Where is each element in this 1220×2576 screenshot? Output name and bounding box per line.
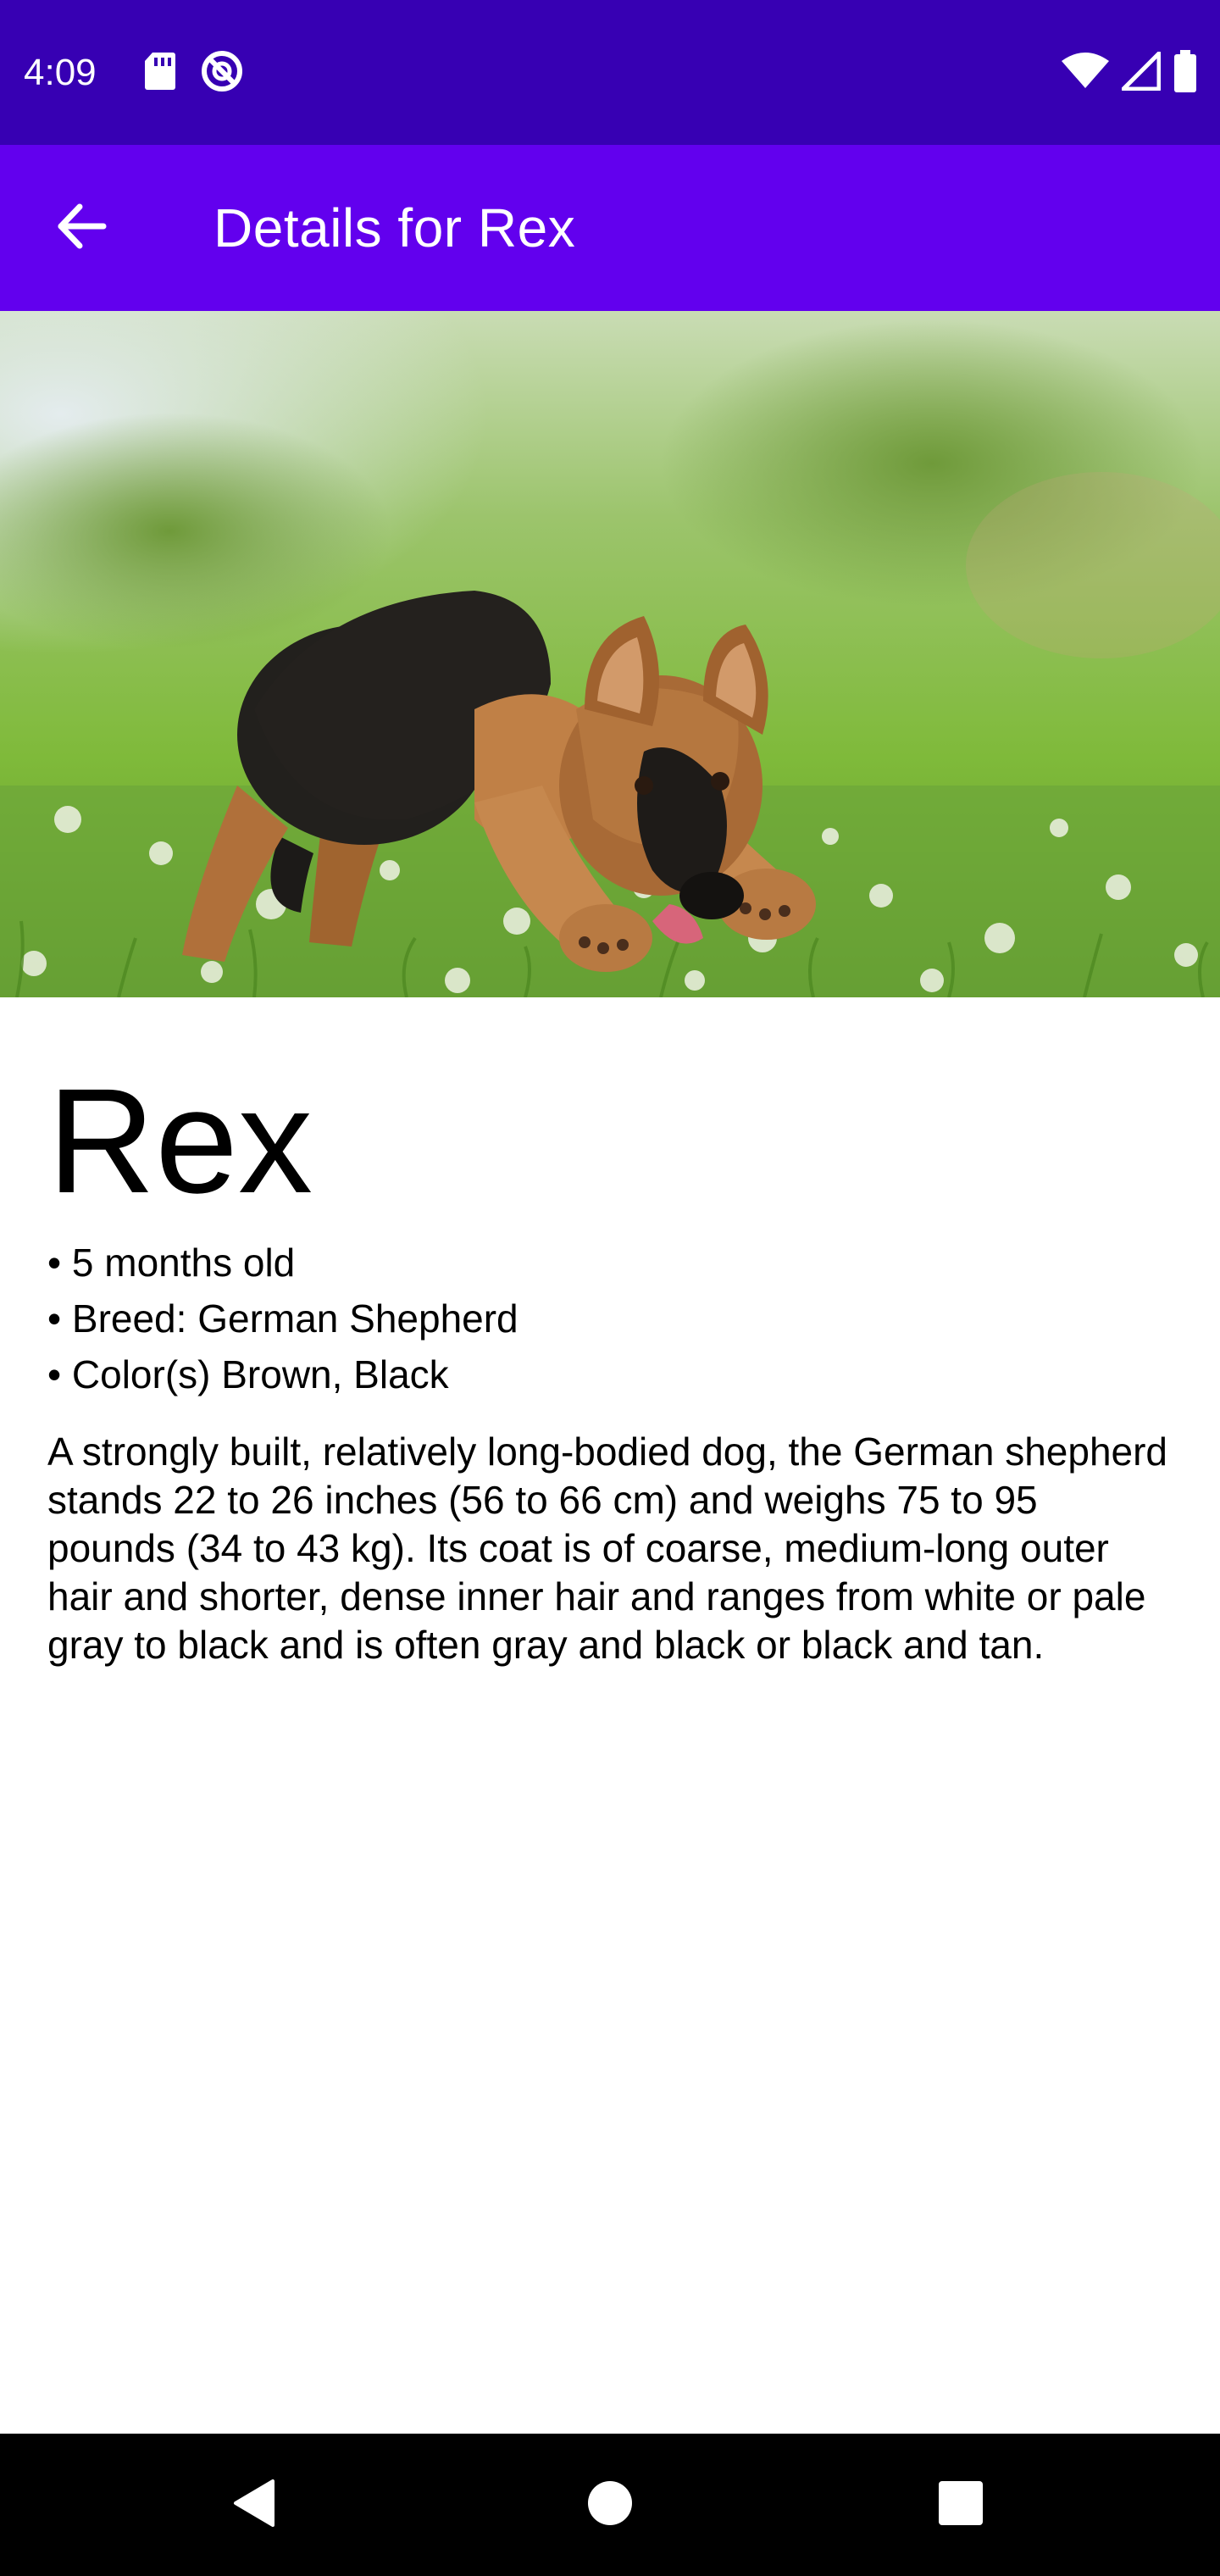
- top-app-bar: Details for Rex: [0, 145, 1220, 311]
- pet-details-screen: 4:09 Details for Rex Rex • 5 months old …: [0, 0, 1220, 2576]
- do-not-disturb-icon: [200, 49, 244, 97]
- recents-square-icon: [937, 2479, 984, 2531]
- status-time: 4:09: [24, 52, 97, 93]
- pet-description: A strongly built, relatively long-bodied…: [47, 1430, 1168, 1667]
- status-right-icons: [1061, 49, 1198, 97]
- arrow-back-icon: [54, 199, 108, 258]
- nav-back-button[interactable]: [220, 2471, 288, 2539]
- wifi-icon: [1061, 52, 1110, 94]
- status-bar: 4:09: [0, 0, 1220, 145]
- signal-icon: [1121, 51, 1162, 95]
- back-button[interactable]: [34, 180, 129, 275]
- back-triangle-icon: [230, 2478, 278, 2533]
- sd-card-icon: [142, 51, 176, 96]
- nav-recents-button[interactable]: [927, 2471, 995, 2539]
- pet-photo: [0, 311, 1220, 997]
- fact-colors: Color(s) Brown, Black: [47, 1346, 1174, 1402]
- system-nav-bar: [0, 2434, 1220, 2576]
- pet-facts-list: 5 months old Breed: German Shepherd Colo…: [47, 1235, 1174, 1402]
- fact-breed: Breed: German Shepherd: [47, 1291, 1174, 1346]
- nav-home-button[interactable]: [576, 2471, 644, 2539]
- fact-age: 5 months old: [47, 1235, 1174, 1291]
- home-circle-icon: [586, 2479, 634, 2531]
- pet-details: Rex 5 months old Breed: German Shepherd …: [47, 997, 1174, 1669]
- page-title: Details for Rex: [214, 197, 576, 258]
- battery-icon: [1173, 49, 1198, 97]
- pet-name: Rex: [47, 1058, 313, 1224]
- status-left-icons: [142, 49, 244, 97]
